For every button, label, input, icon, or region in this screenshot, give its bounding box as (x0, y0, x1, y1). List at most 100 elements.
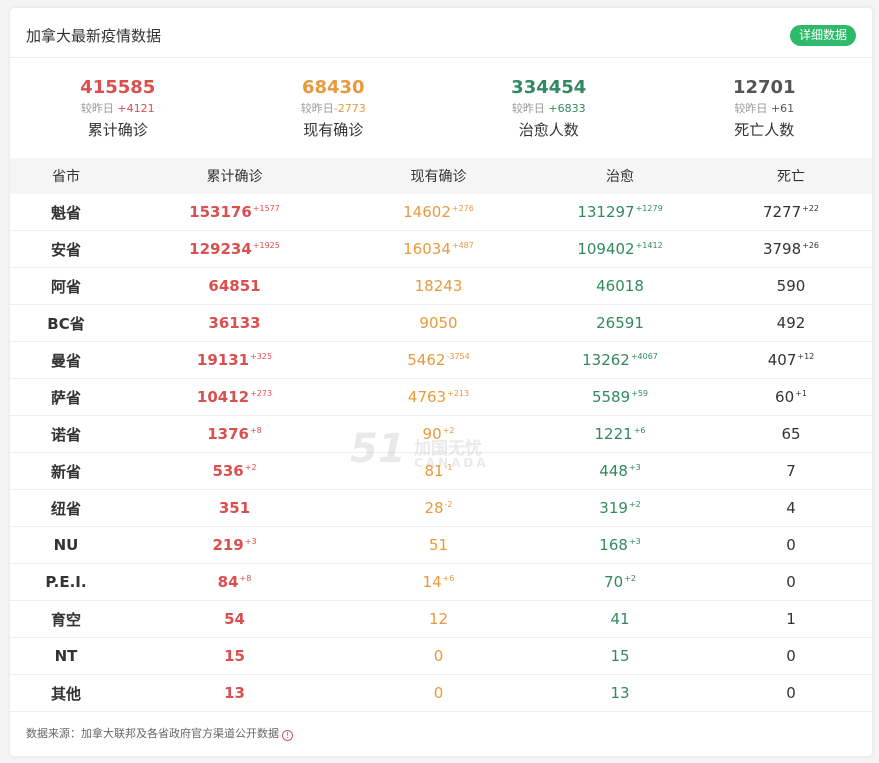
table-row: P.E.I. 84+8 14+6 70+2 0 (10, 564, 872, 601)
cell-deaths-delta: +22 (802, 204, 820, 213)
cell-province: 曼省 (50, 351, 81, 370)
cell-recovered: 26591 (530, 314, 710, 332)
cell-province: 安省 (50, 240, 81, 259)
cell-confirmed-value: 1376 (207, 425, 249, 443)
card-title: 加拿大最新疫情数据 (26, 27, 162, 45)
cell-province: 新省 (50, 462, 81, 481)
cell-confirmed-value: 36133 (208, 314, 261, 332)
cell-recovered: 70+2 (530, 573, 710, 591)
cell-recovered-delta: +2 (624, 574, 636, 583)
cell-confirmed-value: 219 (212, 536, 244, 554)
cell-recovered-value: 41 (610, 610, 630, 628)
cell-active-value: 12 (428, 610, 449, 628)
cell-deaths-delta: +1 (795, 389, 807, 398)
info-icon[interactable]: ! (282, 730, 293, 741)
cell-active-value: 14602 (403, 203, 451, 221)
data-source-footer: 数据来源：加拿大联邦及各省政府官方渠道公开数据! (26, 725, 293, 741)
summary-stats: 415585 较昨日 +4121 累计确诊 68430 较昨日-2773 现有确… (10, 60, 872, 158)
cell-confirmed: 219+3 (122, 536, 347, 554)
cell-confirmed: 54 (122, 610, 347, 628)
cell-deaths: 492 (710, 314, 872, 332)
cell-confirmed-value: 129234 (189, 240, 252, 258)
stat-recovered: 334454 较昨日 +6833 治愈人数 (441, 60, 657, 158)
stat-delta: +4121 (117, 102, 155, 115)
cell-province: 阿省 (50, 277, 81, 296)
cell-deaths-value: 1 (786, 610, 796, 628)
header-confirmed: 累计确诊 (206, 169, 263, 185)
cell-active: 9050 (347, 314, 530, 332)
cell-deaths: 0 (710, 573, 872, 591)
cell-confirmed-delta: +1925 (252, 241, 280, 250)
cell-recovered-value: 13262 (582, 351, 630, 369)
cell-province: NU (53, 536, 79, 554)
cell-active-value: 0 (433, 684, 444, 702)
cell-recovered-value: 109402 (577, 240, 635, 258)
data-source-text: 数据来源：加拿大联邦及各省政府官方渠道公开数据 (26, 727, 279, 740)
header-recovered: 治愈 (606, 169, 634, 185)
cell-province: 其他 (50, 684, 81, 703)
cell-active-value: 0 (433, 647, 444, 665)
cell-deaths-value: 3798 (762, 240, 802, 258)
cell-recovered-value: 15 (610, 647, 630, 665)
stat-label: 累计确诊 (87, 121, 148, 139)
stat-delta-line: 较昨日 +4121 (10, 102, 226, 116)
cell-active-delta: -1 (444, 463, 453, 472)
cell-active-value: 9050 (419, 314, 458, 332)
detail-data-button[interactable]: 详细数据 (789, 25, 856, 46)
cell-recovered-value: 168 (599, 536, 628, 554)
stat-delta-prefix: 较昨日 (80, 102, 114, 115)
cell-deaths: 590 (710, 277, 872, 295)
cell-deaths: 1 (710, 610, 872, 628)
cell-active: 0 (347, 684, 530, 702)
cell-recovered: 46018 (530, 277, 710, 295)
table-row: NT 15 0 15 0 (10, 638, 872, 675)
table-row: 诺省 1376+8 90+2 1221+6 65 (10, 416, 872, 453)
cell-active-delta: -2 (444, 500, 453, 509)
cell-deaths-value: 4 (786, 499, 796, 517)
cell-province: 纽省 (50, 499, 81, 518)
cell-confirmed-value: 19131 (196, 351, 250, 369)
card-header: 加拿大最新疫情数据 详细数据 (10, 8, 872, 58)
cell-recovered-delta: +2 (628, 500, 641, 509)
cell-deaths: 407+12 (710, 351, 872, 369)
cell-confirmed: 84+8 (122, 573, 347, 591)
table-row: NU 219+3 51 168+3 0 (10, 527, 872, 564)
cell-active-delta: -3754 (446, 352, 470, 361)
cell-confirmed-delta: +273 (250, 389, 273, 398)
cell-confirmed: 536+2 (122, 462, 347, 480)
stat-confirmed: 415585 较昨日 +4121 累计确诊 (10, 60, 226, 158)
stat-value: 68430 (301, 77, 365, 98)
cell-province: BC省 (47, 314, 85, 333)
table-row: 萨省 10412+273 4763+213 5589+59 60+1 (10, 379, 872, 416)
cell-deaths: 60+1 (710, 388, 872, 406)
cell-deaths-delta: +26 (802, 241, 820, 250)
cell-recovered: 1221+6 (530, 425, 710, 443)
cell-confirmed: 13 (122, 684, 347, 702)
cell-deaths-value: 7277 (762, 203, 802, 221)
cell-recovered-value: 13 (610, 684, 630, 702)
stat-delta-line: 较昨日 +6833 (441, 102, 657, 116)
table-row: 育空 54 12 41 1 (10, 601, 872, 638)
table-row: 纽省 351 28-2 319+2 4 (10, 490, 872, 527)
stat-label: 死亡人数 (734, 121, 795, 139)
province-table: 省市 累计确诊 现有确诊 治愈 死亡 魁省 153176+1577 14602+27… (10, 158, 872, 712)
cell-recovered: 5589+59 (530, 388, 710, 406)
table-row: 阿省 64851 18243 46018 590 (10, 268, 872, 305)
cell-confirmed: 351 (122, 499, 347, 517)
cell-confirmed: 10412+273 (122, 388, 347, 406)
table-row: 曼省 19131+325 5462-3754 13262+4067 407+12 (10, 342, 872, 379)
header-active: 现有确诊 (410, 169, 467, 185)
cell-recovered-value: 46018 (596, 277, 644, 295)
cell-active-value: 51 (428, 536, 449, 554)
cell-active-value: 5462 (407, 351, 446, 369)
cell-active: 90+2 (347, 425, 530, 443)
cell-active-delta: +487 (451, 241, 474, 250)
cell-recovered-delta: +1279 (635, 204, 663, 213)
cell-active: 16034+487 (347, 240, 530, 258)
cell-recovered-delta: +6 (633, 426, 646, 435)
cell-deaths-value: 7 (786, 462, 796, 480)
table-row: 其他 13 0 13 0 (10, 675, 872, 712)
header-deaths: 死亡 (777, 169, 805, 185)
cell-recovered: 13 (530, 684, 710, 702)
stat-value: 334454 (511, 77, 587, 98)
